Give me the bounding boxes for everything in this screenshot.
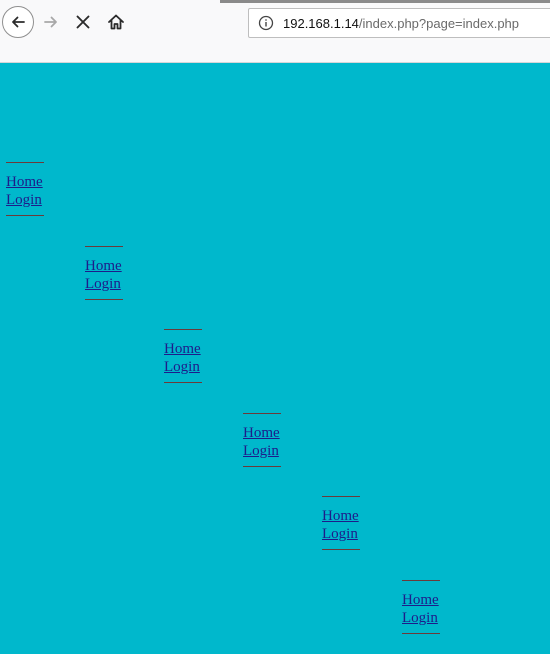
nav-block: Home Login bbox=[243, 413, 281, 467]
arrow-right-icon bbox=[44, 16, 57, 28]
home-link[interactable]: Home bbox=[402, 591, 440, 609]
info-icon[interactable] bbox=[258, 15, 274, 31]
stop-button[interactable] bbox=[72, 8, 94, 36]
browser-toolbar: 192.168.1.14/index.php?page=index.php bbox=[0, 0, 550, 63]
forward-button[interactable] bbox=[40, 8, 62, 36]
home-link[interactable]: Home bbox=[6, 173, 44, 191]
home-button[interactable] bbox=[104, 8, 128, 36]
close-icon bbox=[76, 15, 90, 29]
url-host: 192.168.1.14 bbox=[283, 15, 359, 31]
login-link[interactable]: Login bbox=[402, 609, 440, 627]
login-link[interactable]: Login bbox=[164, 358, 202, 376]
arrow-left-icon bbox=[12, 16, 25, 28]
home-link[interactable]: Home bbox=[85, 257, 123, 275]
url-path: /index.php?page=index.php bbox=[358, 15, 520, 31]
nav-block: Home Login bbox=[322, 496, 360, 550]
toolbar-top-strip bbox=[220, 0, 550, 3]
home-icon bbox=[108, 14, 124, 30]
home-link[interactable]: Home bbox=[322, 507, 360, 525]
login-link[interactable]: Login bbox=[85, 275, 123, 293]
nav-block: Home Login bbox=[164, 329, 202, 383]
login-link[interactable]: Login bbox=[322, 525, 360, 543]
nav-block: Home Login bbox=[402, 580, 440, 634]
url-text[interactable]: 192.168.1.14/index.php?page=index.php bbox=[283, 16, 519, 31]
nav-block: Home Login bbox=[6, 162, 44, 216]
nav-block: Home Login bbox=[85, 246, 123, 300]
home-link[interactable]: Home bbox=[164, 340, 202, 358]
login-link[interactable]: Login bbox=[243, 442, 281, 460]
back-button[interactable] bbox=[2, 6, 34, 38]
login-link[interactable]: Login bbox=[6, 191, 44, 209]
home-link[interactable]: Home bbox=[243, 424, 281, 442]
url-bar[interactable]: 192.168.1.14/index.php?page=index.php bbox=[248, 8, 550, 38]
